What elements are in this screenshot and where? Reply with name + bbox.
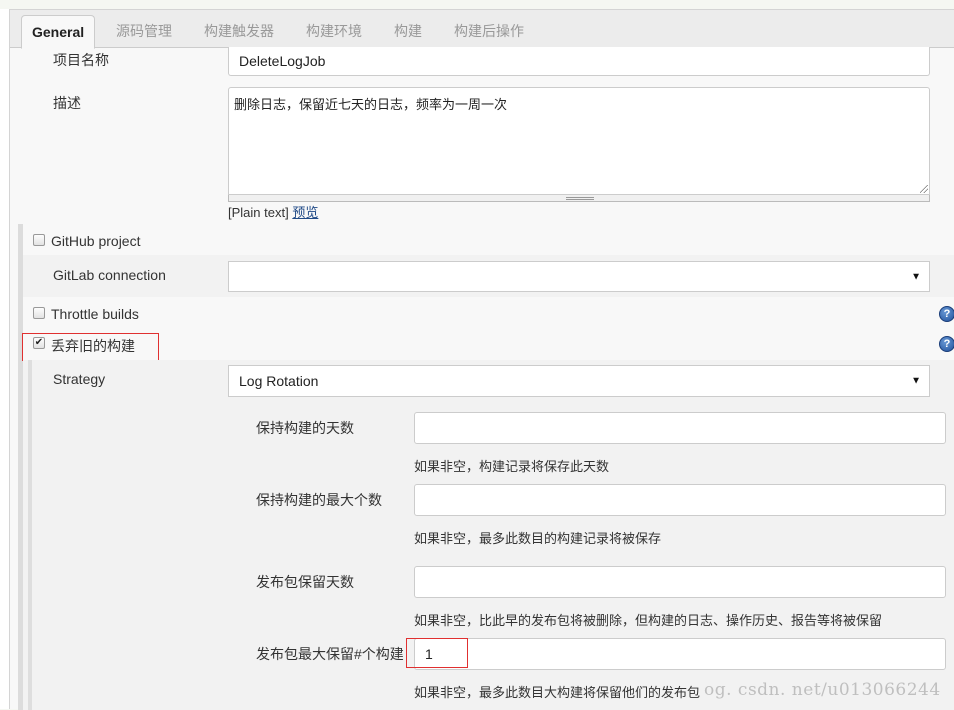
project-name-input[interactable]: DeleteLogJob — [228, 47, 930, 76]
github-project-checkbox[interactable] — [33, 234, 45, 246]
top-strip — [0, 0, 954, 9]
artifact-max-input[interactable]: 1 — [414, 638, 946, 670]
grip-lines-icon — [566, 197, 594, 200]
tab-post-build[interactable]: 构建后操作 — [444, 15, 534, 48]
artifact-days-label: 发布包保留天数 — [256, 574, 354, 590]
config-tab-bar: General 源码管理 构建触发器 构建环境 构建 构建后操作 — [10, 10, 954, 49]
left-pane — [0, 9, 10, 709]
throttle-builds-label[interactable]: Throttle builds — [51, 306, 139, 322]
project-name-label: 项目名称 — [53, 52, 109, 68]
checkmark-icon: ✔ — [34, 337, 44, 348]
tab-build-triggers[interactable]: 构建触发器 — [194, 15, 284, 48]
max-builds-hint: 如果非空，最多此数目的构建记录将被保存 — [414, 531, 662, 546]
job-config-panel: General 源码管理 构建触发器 构建环境 构建 构建后操作 项目名称 De… — [10, 9, 954, 710]
tab-general[interactable]: General — [21, 15, 96, 49]
tab-build[interactable]: 构建 — [384, 15, 432, 48]
plain-text-note: [Plain text] — [228, 205, 289, 220]
gitlab-connection-select[interactable]: ▼ — [228, 261, 930, 292]
artifact-days-input[interactable] — [414, 566, 946, 598]
gitlab-connection-label: GitLab connection — [53, 267, 166, 283]
strategy-select[interactable]: Log Rotation ▼ — [228, 365, 930, 397]
resize-handle-icon[interactable] — [920, 185, 928, 193]
artifact-days-hint: 如果非空，比此早的发布包将被删除，但构建的日志、操作历史、报告等将被保留 — [414, 613, 883, 628]
artifact-max-label: 发布包最大保留#个构建 — [256, 646, 404, 662]
strategy-section-bar — [28, 360, 32, 710]
max-builds-label: 保持构建的最大个数 — [256, 492, 382, 508]
max-builds-input[interactable] — [414, 484, 946, 516]
strategy-value: Log Rotation — [239, 373, 319, 389]
chevron-down-icon: ▼ — [911, 375, 921, 387]
days-to-keep-hint: 如果非空，构建记录将保存此天数 — [414, 459, 610, 474]
description-textarea[interactable]: 删除日志，保留近七天的日志，频率为一周一次 — [228, 87, 930, 195]
discard-old-builds-checkbox[interactable]: ✔ — [33, 337, 45, 349]
description-label: 描述 — [53, 95, 81, 111]
description-format: [Plain text] 预览 — [228, 202, 318, 221]
tab-source-code[interactable]: 源码管理 — [106, 15, 182, 48]
help-icon[interactable]: ? — [939, 336, 954, 352]
help-icon[interactable]: ? — [939, 306, 954, 322]
project-name-value: DeleteLogJob — [239, 53, 326, 69]
textarea-grip[interactable] — [228, 195, 930, 202]
chevron-down-icon: ▼ — [911, 271, 921, 282]
discard-old-builds-label[interactable]: 丢弃旧的构建 — [51, 336, 135, 356]
artifact-max-value: 1 — [425, 646, 433, 662]
github-project-label[interactable]: GitHub project — [51, 233, 140, 249]
throttle-builds-checkbox[interactable] — [33, 307, 45, 319]
tab-build-environment[interactable]: 构建环境 — [296, 15, 372, 48]
watermark: og. csdn. net/u013066244 — [704, 680, 941, 700]
description-value: 删除日志，保留近七天的日志，频率为一周一次 — [234, 97, 508, 112]
strategy-label: Strategy — [53, 371, 106, 387]
preview-link[interactable]: 预览 — [292, 205, 318, 220]
artifact-max-hint: 如果非空，最多此数目大构建将保留他们的发布包 — [414, 685, 701, 700]
days-to-keep-input[interactable] — [414, 412, 946, 444]
days-to-keep-label: 保持构建的天数 — [256, 420, 354, 436]
